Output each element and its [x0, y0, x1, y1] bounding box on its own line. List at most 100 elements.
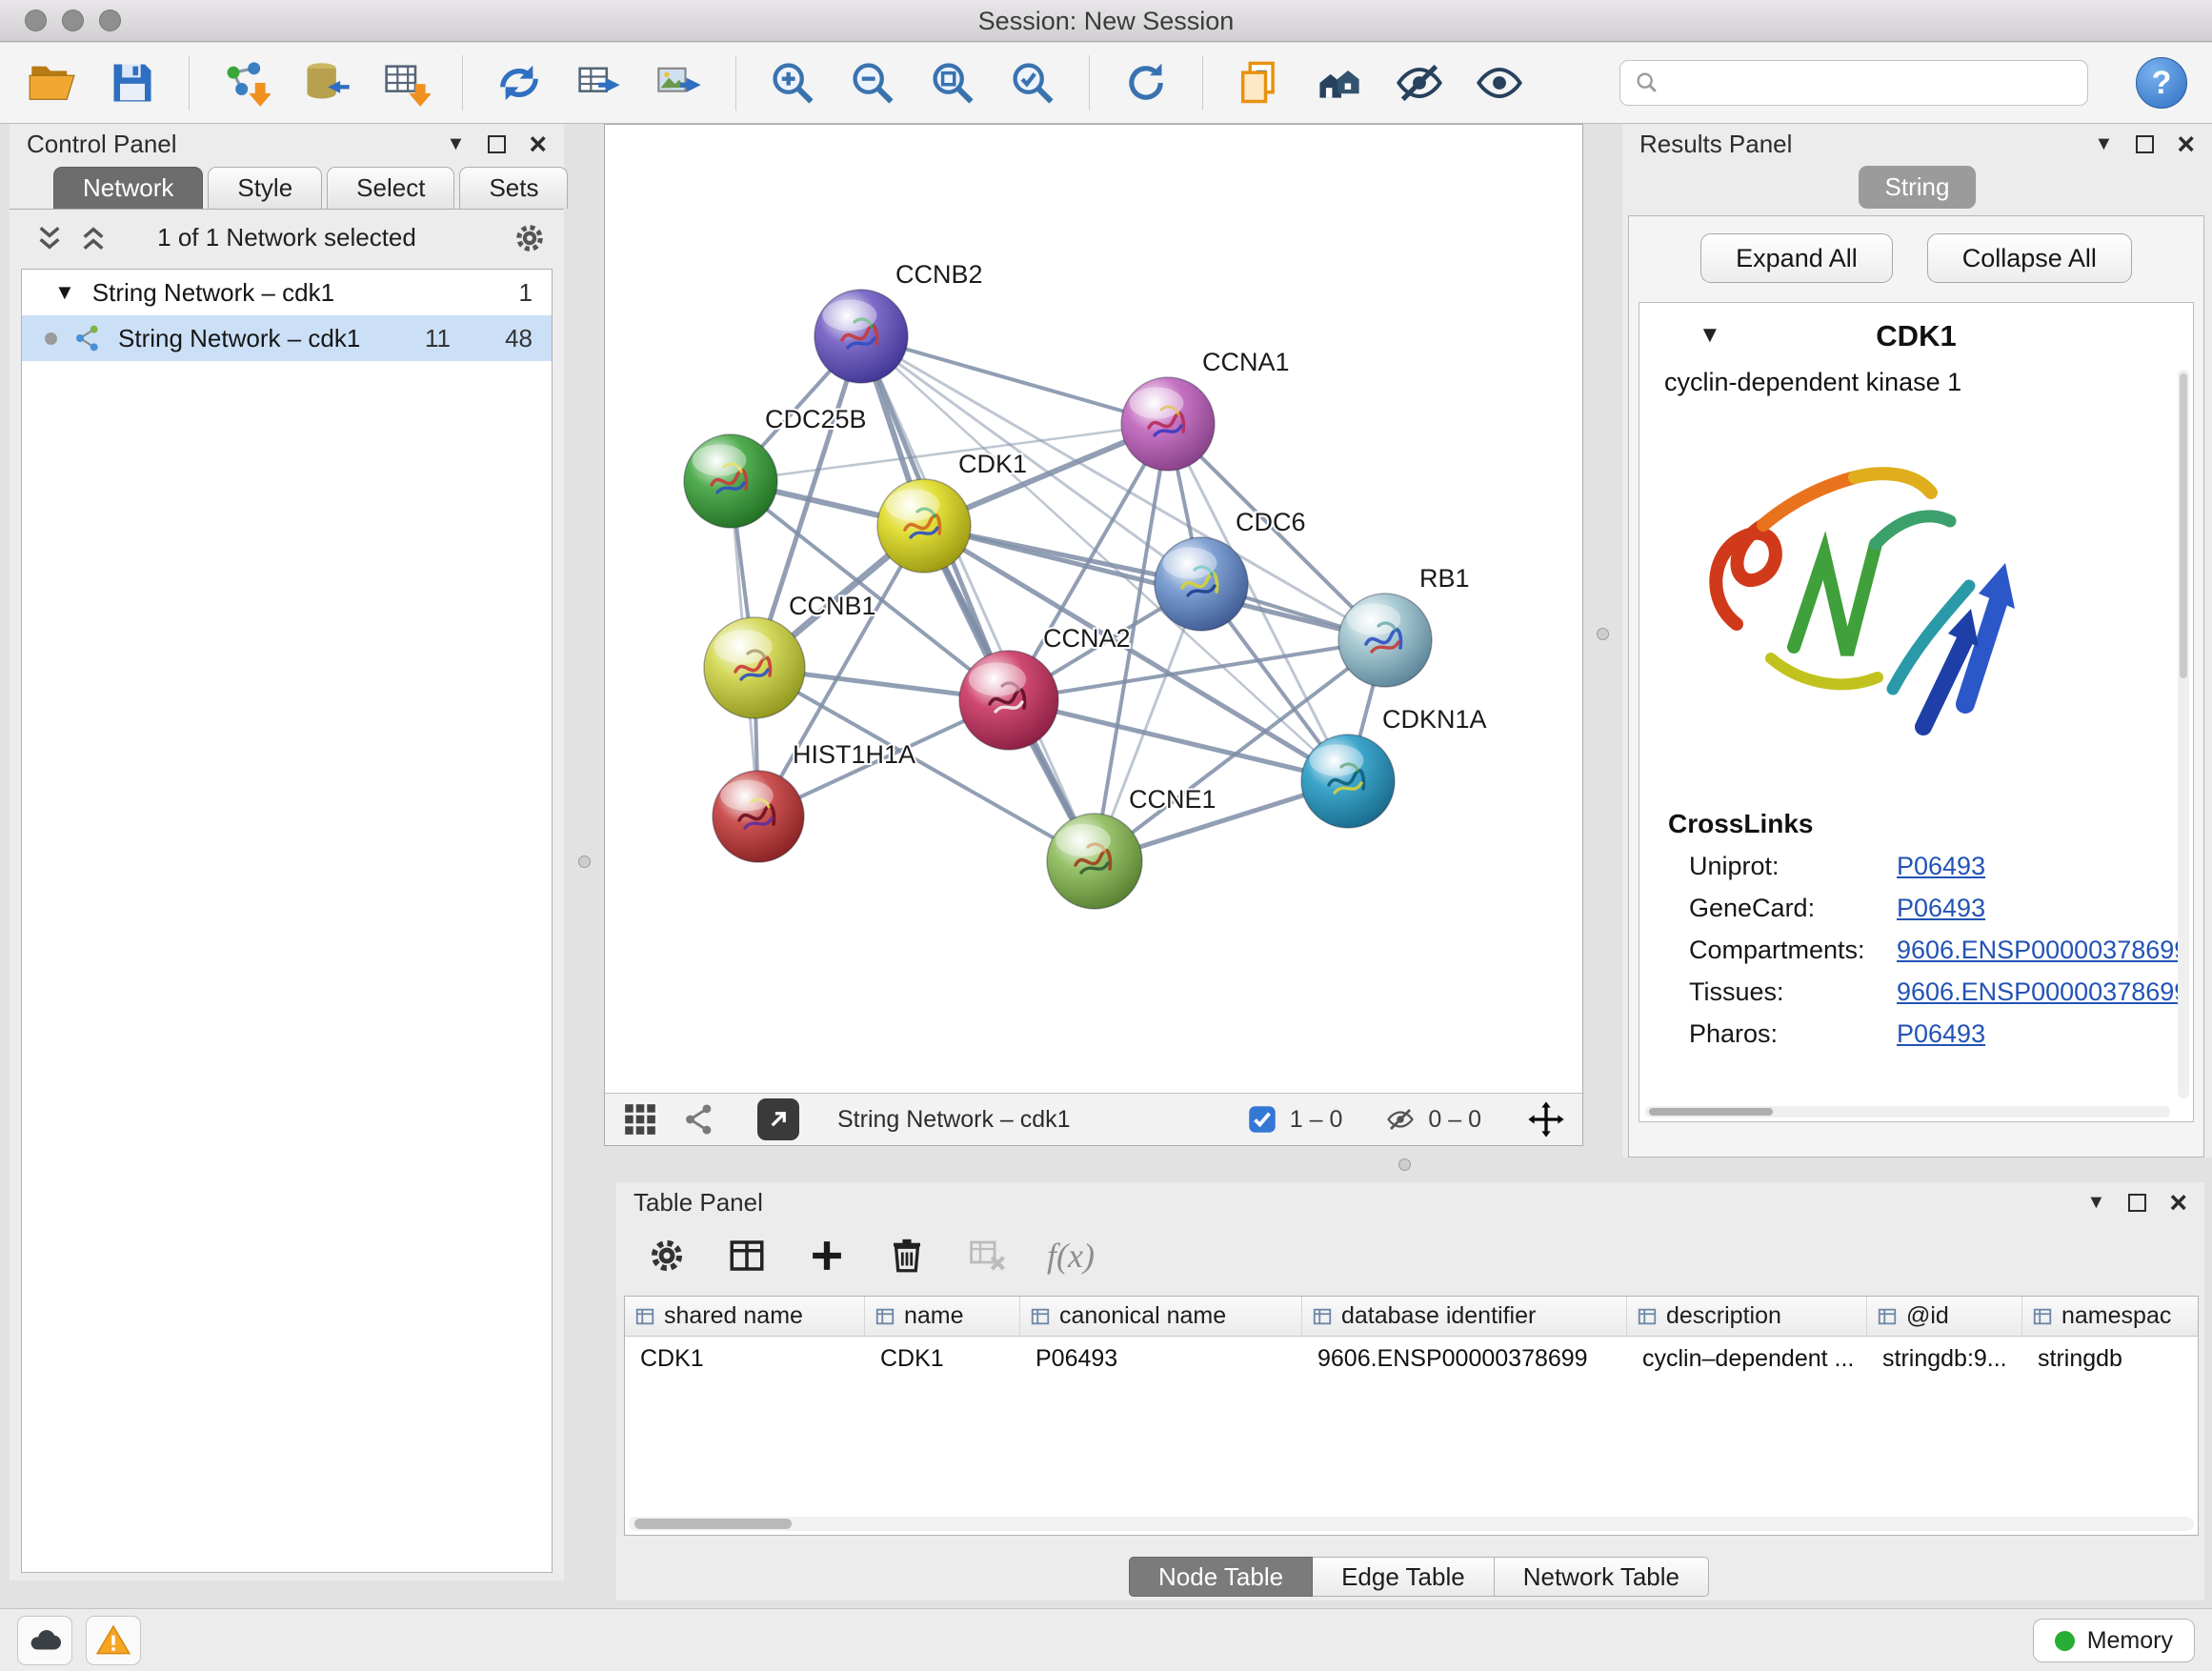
network-node-cdc25b[interactable] [684, 434, 777, 528]
table-row[interactable]: CDK1CDK1P064939606.ENSP00000378699cyclin… [625, 1337, 2198, 1380]
zoom-in-button[interactable] [765, 55, 820, 111]
splitter-handle[interactable] [1398, 1158, 1411, 1171]
network-node-ccnb1[interactable] [704, 617, 805, 718]
memory-button[interactable]: Memory [2033, 1619, 2195, 1662]
network-node-cdk1[interactable] [877, 479, 971, 573]
float-panel-icon[interactable]: ▼ [2087, 1193, 2106, 1212]
maximize-panel-icon[interactable] [2128, 1194, 2146, 1212]
network-node-ccna2[interactable] [959, 651, 1058, 750]
expand-all-button[interactable]: Expand All [1700, 233, 1893, 283]
crosslink-link[interactable]: 9606.ENSP00000378699 [1897, 977, 2188, 1007]
show-columns-button[interactable] [727, 1236, 767, 1276]
collapse-all-button[interactable]: Collapse All [1927, 233, 2132, 283]
table-cell[interactable]: 9606.ENSP00000378699 [1302, 1345, 1627, 1373]
close-panel-icon[interactable]: × [2169, 1187, 2187, 1218]
delete-column-button[interactable] [887, 1236, 927, 1276]
import-table-file-button[interactable] [378, 55, 433, 111]
zoom-fit-button[interactable] [925, 55, 980, 111]
crosslink-link[interactable]: P06493 [1897, 852, 1985, 881]
help-button[interactable]: ? [2136, 57, 2187, 109]
maximize-panel-icon[interactable] [488, 135, 506, 153]
table-cell[interactable]: P06493 [1020, 1345, 1302, 1373]
hidden-eye-slash-icon[interactable] [1386, 1105, 1415, 1134]
maximize-panel-icon[interactable] [2136, 135, 2154, 153]
table-cell[interactable]: stringdb:9... [1867, 1345, 2022, 1373]
table-options-button[interactable] [647, 1236, 687, 1276]
cloud-status-button[interactable] [17, 1616, 72, 1665]
pan-crosshair-icon[interactable] [1527, 1100, 1565, 1138]
network-search-box[interactable] [1619, 60, 2088, 106]
birds-eye-view-button[interactable] [1312, 55, 1367, 111]
close-panel-icon[interactable]: × [529, 129, 547, 159]
crosslink-link[interactable]: P06493 [1897, 1019, 1985, 1049]
tab-edge-table[interactable]: Edge Table [1313, 1557, 1495, 1597]
tab-select[interactable]: Select [327, 167, 454, 209]
show-all-button[interactable] [1472, 55, 1527, 111]
network-node-ccna1[interactable] [1121, 377, 1215, 471]
zoom-selected-button[interactable] [1005, 55, 1060, 111]
network-node-ccnb2[interactable] [814, 290, 908, 383]
protein-card-header[interactable]: ▼ CDK1 [1657, 311, 2176, 362]
splitter-handle[interactable] [578, 856, 591, 868]
zoom-out-button[interactable] [845, 55, 900, 111]
hide-selected-button[interactable] [1392, 55, 1447, 111]
column-header-database-identifier[interactable]: database identifier [1302, 1297, 1627, 1336]
float-panel-icon[interactable]: ▼ [2095, 134, 2114, 153]
crosslink-link[interactable]: P06493 [1897, 894, 1985, 923]
column-header-shared-name[interactable]: shared name [625, 1297, 865, 1336]
network-node-ccne1[interactable] [1047, 814, 1142, 909]
table-cell[interactable]: cyclin–dependent ... [1627, 1345, 1867, 1373]
network-node-cdc6[interactable] [1155, 537, 1248, 631]
network-node-cdkn1a[interactable] [1301, 735, 1395, 828]
add-column-button[interactable] [807, 1236, 847, 1276]
table-horizontal-scrollbar[interactable] [629, 1517, 2194, 1531]
save-session-button[interactable] [105, 55, 160, 111]
column-header-canonical-name[interactable]: canonical name [1020, 1297, 1302, 1336]
tab-style[interactable]: Style [208, 167, 322, 209]
export-table-button[interactable] [572, 55, 627, 111]
tab-network-table[interactable]: Network Table [1495, 1557, 1709, 1597]
export-image-button[interactable] [652, 55, 707, 111]
table-cell[interactable]: CDK1 [865, 1345, 1020, 1373]
table-cell[interactable]: CDK1 [625, 1345, 865, 1373]
function-builder-button[interactable]: f(x) [1047, 1236, 1095, 1276]
splitter-handle[interactable] [1597, 628, 1609, 640]
network-node-hist1h1a[interactable] [713, 771, 804, 862]
tab-sets[interactable]: Sets [459, 167, 568, 209]
selected-checkbox-icon[interactable] [1248, 1105, 1277, 1134]
crosslink-link[interactable]: 9606.ENSP00000378699 [1897, 936, 2188, 965]
warnings-button[interactable] [86, 1616, 141, 1665]
network-row-selected[interactable]: String Network – cdk1 11 48 [22, 315, 552, 361]
network-collection-row[interactable]: ▼ String Network – cdk1 1 [22, 270, 552, 315]
tab-node-table[interactable]: Node Table [1129, 1557, 1313, 1597]
search-input[interactable] [1670, 70, 2074, 97]
network-options-button[interactable] [513, 221, 547, 255]
tree-expand-icon[interactable]: ▼ [54, 280, 75, 305]
results-vertical-scrollbar[interactable] [2178, 370, 2189, 1098]
network-canvas[interactable]: CCNB2CCNA1CDC25BCDK1CDC6RB1CCNB1CCNA2CDK… [605, 125, 1582, 1093]
network-edge[interactable] [861, 336, 1168, 424]
tab-network[interactable]: Network [53, 167, 203, 209]
column-header-namespac[interactable]: namespac [2022, 1297, 2199, 1336]
import-network-database-button[interactable] [298, 55, 353, 111]
column-header-name[interactable]: name [865, 1297, 1020, 1336]
share-network-icon[interactable] [681, 1101, 717, 1137]
delete-table-button[interactable] [967, 1236, 1007, 1276]
duplicate-document-button[interactable] [1232, 55, 1287, 111]
tab-string[interactable]: String [1859, 166, 1977, 209]
apply-layout-button[interactable] [1118, 55, 1174, 111]
open-in-new-window-button[interactable] [757, 1098, 799, 1140]
table-cell[interactable]: stringdb [2022, 1345, 2199, 1373]
import-network-file-button[interactable] [218, 55, 273, 111]
new-network-from-selection-button[interactable] [492, 55, 547, 111]
float-panel-icon[interactable]: ▼ [447, 134, 466, 153]
open-session-button[interactable] [25, 55, 80, 111]
grid-mode-icon[interactable] [622, 1101, 658, 1137]
results-horizontal-scrollbar[interactable] [1645, 1106, 2170, 1117]
scrollbar-thumb[interactable] [634, 1519, 792, 1529]
column-header-@id[interactable]: @id [1867, 1297, 2022, 1336]
network-edge[interactable] [861, 336, 1095, 861]
close-panel-icon[interactable]: × [2177, 129, 2195, 159]
network-node-rb1[interactable] [1338, 594, 1432, 687]
column-header-description[interactable]: description [1627, 1297, 1867, 1336]
